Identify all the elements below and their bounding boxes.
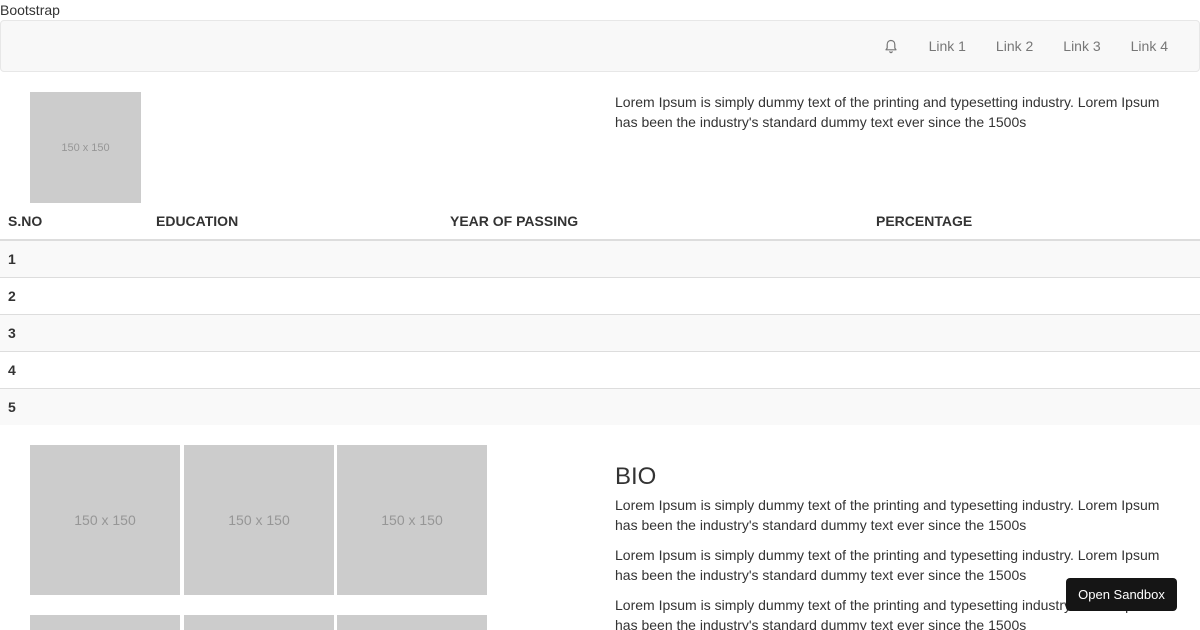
open-sandbox-button[interactable]: Open Sandbox xyxy=(1066,578,1177,611)
gallery-image-2: 150 x 150 xyxy=(184,445,334,595)
cell-percentage xyxy=(868,350,1200,388)
cell-sno: 2 xyxy=(0,276,148,314)
intro-text: Lorem Ipsum is simply dummy text of the … xyxy=(615,94,1160,130)
cell-year xyxy=(442,350,868,388)
cell-sno: 4 xyxy=(0,350,148,388)
table-row: 3 xyxy=(0,313,1200,351)
table-row: 2 xyxy=(0,276,1200,314)
nav-link-4[interactable]: Link 4 xyxy=(1116,21,1183,71)
cell-percentage xyxy=(868,276,1200,314)
cell-year xyxy=(442,239,868,277)
cell-sno: 5 xyxy=(0,387,148,425)
bell-icon[interactable] xyxy=(876,21,906,71)
cell-education xyxy=(148,276,442,314)
profile-image-placeholder: 150 x 150 xyxy=(30,92,141,203)
cell-education xyxy=(148,350,442,388)
header-sno: S.NO xyxy=(0,203,148,241)
gallery-image-1: 150 x 150 xyxy=(30,445,180,595)
cell-year xyxy=(442,313,868,351)
bio-paragraph: Lorem Ipsum is simply dummy text of the … xyxy=(615,497,1160,533)
cell-percentage xyxy=(868,313,1200,351)
header-percentage: PERCENTAGE xyxy=(868,203,1200,241)
nav-link-2[interactable]: Link 2 xyxy=(981,21,1048,71)
gallery-image-3: 150 x 150 xyxy=(337,445,487,595)
cell-year xyxy=(442,276,868,314)
gallery-image-4 xyxy=(30,615,180,630)
navbar-right: Link 1 Link 2 Link 3 Link 4 xyxy=(876,21,1183,71)
table-row: 5 xyxy=(0,387,1200,425)
cell-education xyxy=(148,313,442,351)
table-row: 4 xyxy=(0,350,1200,388)
cell-sno: 1 xyxy=(0,239,148,277)
nav-link-3[interactable]: Link 3 xyxy=(1048,21,1115,71)
page-label: Bootstrap xyxy=(0,2,60,18)
cell-year xyxy=(442,387,868,425)
gallery-image-5 xyxy=(184,615,334,630)
header-year-of-passing: YEAR OF PASSING xyxy=(442,203,868,241)
header-education: EDUCATION xyxy=(148,203,442,241)
cell-percentage xyxy=(868,387,1200,425)
cell-education xyxy=(148,239,442,277)
table-header-row: S.NO EDUCATION YEAR OF PASSING PERCENTAG… xyxy=(0,203,1200,241)
cell-education xyxy=(148,387,442,425)
nav-link-1[interactable]: Link 1 xyxy=(914,21,981,71)
cell-percentage xyxy=(868,239,1200,277)
education-table: S.NO EDUCATION YEAR OF PASSING PERCENTAG… xyxy=(0,203,1200,425)
table-row: 1 xyxy=(0,239,1200,277)
cell-sno: 3 xyxy=(0,313,148,351)
bio-title: BIO xyxy=(615,463,657,490)
gallery-image-6 xyxy=(337,615,487,630)
navbar: Link 1 Link 2 Link 3 Link 4 xyxy=(0,20,1200,72)
